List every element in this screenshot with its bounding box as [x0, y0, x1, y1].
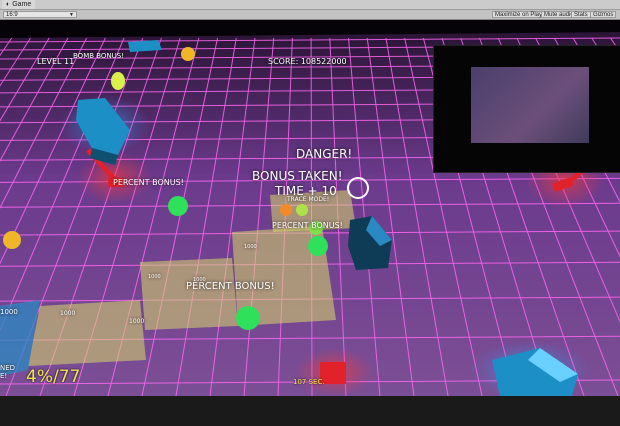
minimap: [433, 45, 620, 173]
bonus-taken-popup: BONUS TAKEN!: [252, 169, 343, 183]
percent-bonus-popup: PERCENT BONUS!: [113, 178, 184, 187]
bomb-bonus-popup: BOMB BONUS!: [73, 52, 125, 60]
cell-score: 1000: [0, 308, 18, 316]
left-edge-text-line: E!: [0, 372, 8, 380]
score-label: SCORE: 108522000: [268, 57, 347, 66]
left-edge-text: NED E!: [0, 364, 15, 380]
cell-score: 1000: [244, 244, 257, 250]
enemy-block: [128, 40, 162, 52]
minimap-view: [471, 67, 589, 143]
tab-game-label: Game: [12, 1, 32, 8]
game-view[interactable]: LEVEL 11 SCORE: 108522000 4%/77 107 SEC.…: [0, 20, 620, 396]
cell-score: 1000: [60, 310, 76, 317]
maximize-on-play-button[interactable]: Maximize on Play: [492, 11, 546, 18]
cell-score: 1000: [193, 277, 206, 283]
gizmos-button[interactable]: Gizmos: [590, 11, 617, 18]
bottom-bar: [0, 396, 620, 426]
trace-mode-popup: TRACE MODE!: [287, 196, 330, 203]
cell-score: 1000: [148, 274, 161, 280]
danger-popup: DANGER!: [296, 147, 353, 161]
time-remaining: 107 SEC.: [293, 378, 325, 386]
percent-progress: 4%/77: [26, 367, 81, 387]
game-tab-icon: ◐: [6, 1, 11, 8]
percent-bonus-popup: PERCENT BONUS!: [272, 221, 343, 230]
game-toolbar: 16:9 ▼ Maximize on Play Mute audio Stats…: [0, 10, 620, 20]
stats-button[interactable]: Stats: [571, 11, 591, 18]
title-bar: ◐ Game: [0, 0, 620, 10]
level-label: LEVEL 11: [37, 57, 75, 66]
yellow-orb: [111, 72, 125, 90]
aspect-dropdown[interactable]: 16:9 ▼: [3, 11, 77, 18]
aspect-dropdown-value: 16:9: [6, 12, 18, 18]
cell-score: 1000: [129, 318, 145, 325]
left-edge-text-line: NED: [0, 364, 16, 372]
tab-game[interactable]: ◐ Game: [2, 0, 36, 9]
chevron-down-icon: ▼: [69, 12, 74, 18]
